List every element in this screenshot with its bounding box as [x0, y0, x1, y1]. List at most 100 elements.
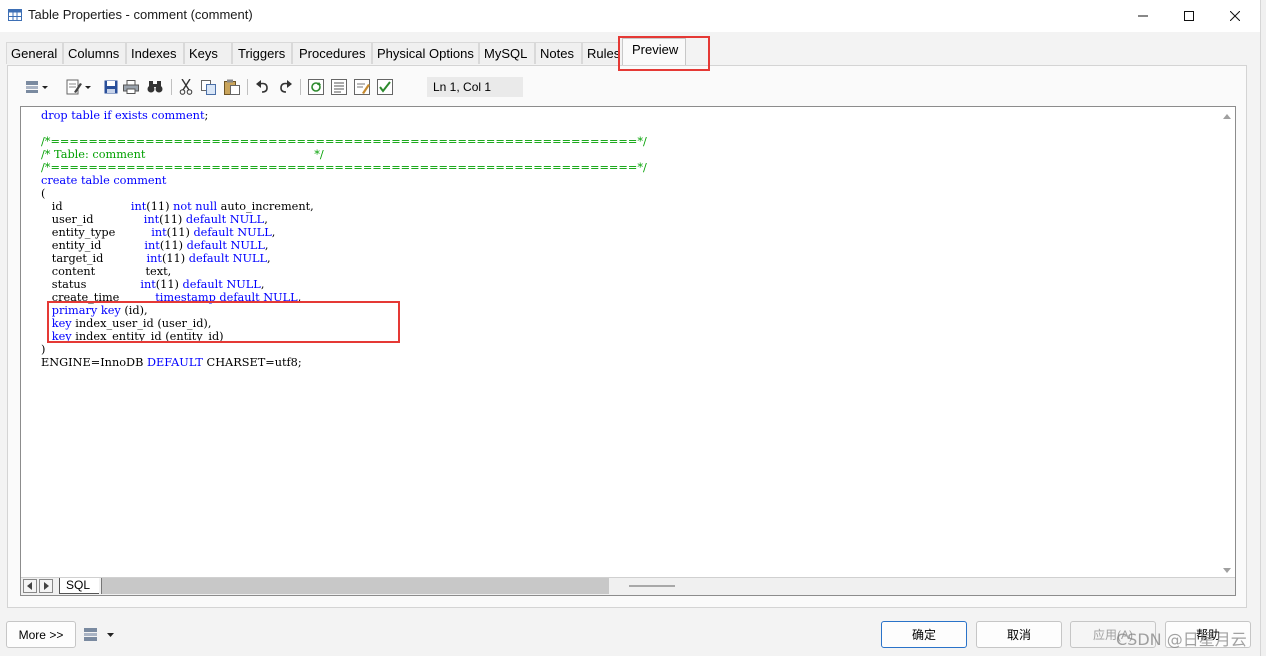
sql-keyword: int	[130, 200, 147, 213]
more-button[interactable]: More >>	[6, 621, 76, 648]
tab-triggers[interactable]: Triggers	[232, 42, 292, 64]
sql-keyword: default NULL	[186, 239, 265, 252]
properties-menu-button[interactable]	[82, 625, 118, 645]
sql-text: ENGINE=InnoDB	[41, 356, 147, 369]
cut-button[interactable]	[177, 78, 195, 96]
sql-keyword: default NULL	[182, 278, 261, 291]
triangle-right-icon	[44, 582, 49, 590]
sql-text: (	[41, 187, 46, 200]
code-line: id int(11) not null auto_increment,	[41, 200, 647, 213]
title-bar: Table Properties - comment (comment)	[0, 0, 1260, 32]
sql-text: status	[41, 278, 141, 291]
refresh-button[interactable]	[307, 78, 325, 96]
table-icon	[8, 9, 22, 21]
tab-general[interactable]: General	[6, 42, 63, 64]
redo-icon	[280, 80, 292, 93]
editor-toolbar: Ln 1, Col 1	[20, 76, 523, 98]
sql-text: entity_type	[41, 226, 152, 239]
sql-text: text,	[145, 265, 172, 278]
tab-keys[interactable]: Keys	[184, 42, 232, 64]
toolbar-separator	[300, 79, 301, 95]
sql-keyword: default NULL	[193, 226, 272, 239]
window-title: Table Properties - comment (comment)	[28, 7, 253, 22]
properties-icon	[26, 81, 48, 93]
sql-keyword: DEFAULT	[146, 356, 203, 369]
copy-button[interactable]	[200, 78, 218, 96]
cursor-position: Ln 1, Col 1	[427, 77, 523, 97]
sql-text: (11)	[166, 226, 194, 239]
tab-procedures[interactable]: Procedures	[292, 42, 372, 64]
sql-text: ,	[264, 213, 268, 226]
sql-text: ,	[264, 239, 269, 252]
tab-columns[interactable]: Columns	[63, 42, 126, 64]
tab-mysql[interactable]: MySQL	[479, 42, 535, 64]
minimize-button[interactable]	[1120, 0, 1166, 32]
maximize-button[interactable]	[1166, 0, 1212, 32]
code-line: )	[41, 343, 647, 356]
print-button[interactable]	[122, 78, 140, 96]
sql-keyword: not null	[173, 200, 218, 213]
undo-button[interactable]	[254, 78, 272, 96]
code-line: create table comment	[41, 174, 647, 187]
minimize-icon	[1138, 15, 1148, 17]
horizontal-scroll-track[interactable]	[101, 578, 609, 594]
close-button[interactable]	[1212, 0, 1258, 32]
sheet-tab-sql[interactable]: SQL	[59, 578, 99, 594]
sql-comment: /*======================================…	[41, 135, 647, 148]
check-button[interactable]	[376, 78, 394, 96]
sql-comment: /*======================================…	[41, 161, 647, 174]
sql-comment: /* Table: comment */	[41, 148, 324, 161]
tab-indexes[interactable]: Indexes	[126, 42, 184, 64]
sql-text: target_id	[41, 252, 147, 265]
code-line: /*======================================…	[41, 135, 647, 148]
print-icon	[123, 80, 139, 94]
dialog-window: Table Properties - comment (comment) Gen…	[0, 0, 1261, 656]
code-line: status int(11) default NULL,	[41, 278, 647, 291]
sql-preview-editor[interactable]: drop table if exists comment; /*========…	[20, 106, 1236, 596]
properties-icon	[84, 628, 114, 641]
format-button[interactable]	[330, 78, 348, 96]
code-line: user_id int(11) default NULL,	[41, 213, 647, 226]
maximize-icon	[1184, 11, 1194, 21]
copy-icon	[201, 79, 216, 95]
sql-keyword: int	[146, 252, 162, 265]
sheet-prev-button[interactable]	[23, 579, 37, 593]
ok-button[interactable]: 确定	[881, 621, 967, 648]
sql-text: (11)	[146, 200, 174, 213]
sql-keyword: int	[151, 226, 167, 239]
horizontal-scroll-thumb[interactable]	[629, 585, 675, 587]
paste-icon	[224, 79, 240, 95]
sheet-next-button[interactable]	[39, 579, 53, 593]
sql-keyword: create table comment	[41, 174, 167, 187]
redo-button[interactable]	[276, 78, 294, 96]
properties-dropdown-button[interactable]	[24, 78, 50, 96]
sql-text: ;	[204, 109, 209, 122]
code-line: (	[41, 187, 647, 200]
sql-text: id	[41, 200, 131, 213]
keys-highlight-box	[47, 301, 400, 343]
code-line: content text,	[41, 265, 647, 278]
vertical-scrollbar[interactable]	[1219, 107, 1235, 579]
find-button[interactable]	[146, 78, 164, 96]
sql-text: ,	[266, 252, 271, 265]
cancel-button[interactable]: 取消	[976, 621, 1062, 648]
tab-physical-options[interactable]: Physical Options	[372, 42, 479, 64]
tab-notes[interactable]: Notes	[535, 42, 582, 64]
sql-text: (11)	[159, 239, 187, 252]
sql-text: ,	[271, 226, 276, 239]
tab-rules[interactable]: Rules	[582, 42, 620, 64]
save-button[interactable]	[102, 78, 120, 96]
sql-text: (11)	[159, 213, 186, 226]
sql-keyword: default NULL	[188, 252, 267, 265]
code-line: drop table if exists comment;	[41, 109, 647, 122]
toolbar-separator	[247, 79, 248, 95]
edit-script-button[interactable]	[353, 78, 371, 96]
sql-text: CHARSET=utf8;	[202, 356, 302, 369]
sql-keyword: default NULL	[185, 213, 265, 226]
checklist-icon	[377, 79, 393, 95]
paste-button[interactable]	[223, 78, 241, 96]
preview-tab-highlight	[618, 36, 710, 71]
edit-dropdown-button[interactable]	[64, 78, 92, 96]
save-icon	[104, 80, 118, 94]
